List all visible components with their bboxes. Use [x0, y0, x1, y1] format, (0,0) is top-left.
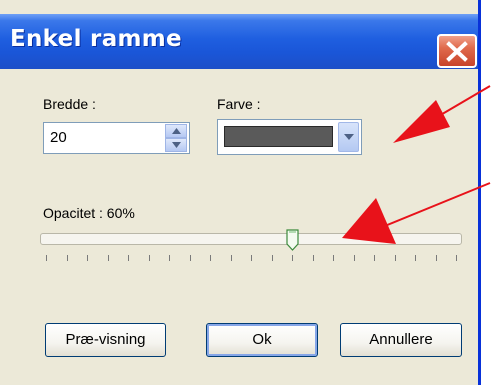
annotation-arrow-color — [393, 85, 491, 143]
annotation-arrows — [342, 85, 491, 244]
annotation-arrow-opacity — [342, 182, 491, 244]
page: Enkel ramme Bredde : 20 Farve : Opacitet… — [0, 0, 491, 385]
